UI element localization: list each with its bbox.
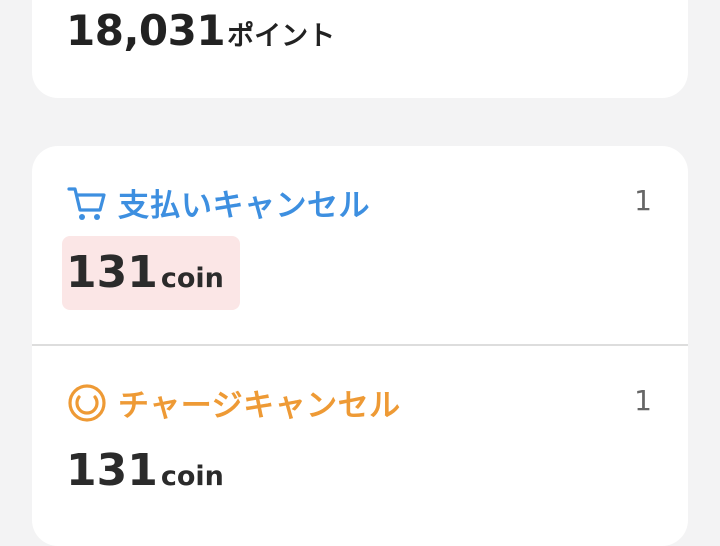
history-item-count: 1 bbox=[634, 184, 652, 217]
amount-value: 131 bbox=[66, 247, 158, 298]
history-item-count: 1 bbox=[634, 384, 652, 417]
history-item-header: チャージキャンセル bbox=[66, 380, 401, 425]
history-card: 支払いキャンセル 1 131 coin チャージキャンセル 1 131 coin bbox=[32, 146, 688, 546]
points-unit: ポイント bbox=[227, 21, 336, 52]
charge-icon bbox=[66, 382, 108, 424]
history-item-amount: 131 coin bbox=[62, 236, 240, 310]
amount-unit: coin bbox=[160, 263, 224, 294]
history-item-title: 支払いキャンセル bbox=[118, 188, 370, 224]
history-item-charge-cancel[interactable]: チャージキャンセル 1 131 coin bbox=[32, 346, 688, 546]
points-value: 18,031 bbox=[66, 6, 226, 55]
points-balance: 18,031 ポイント bbox=[66, 6, 335, 55]
cart-icon bbox=[66, 182, 108, 224]
history-item-title: チャージキャンセル bbox=[118, 388, 401, 424]
history-item-payment-cancel[interactable]: 支払いキャンセル 1 131 coin bbox=[32, 146, 688, 346]
amount-value: 131 bbox=[66, 445, 158, 496]
history-item-header: 支払いキャンセル bbox=[66, 180, 370, 225]
history-item-amount: 131 coin bbox=[62, 434, 240, 508]
amount-unit: coin bbox=[160, 461, 224, 492]
